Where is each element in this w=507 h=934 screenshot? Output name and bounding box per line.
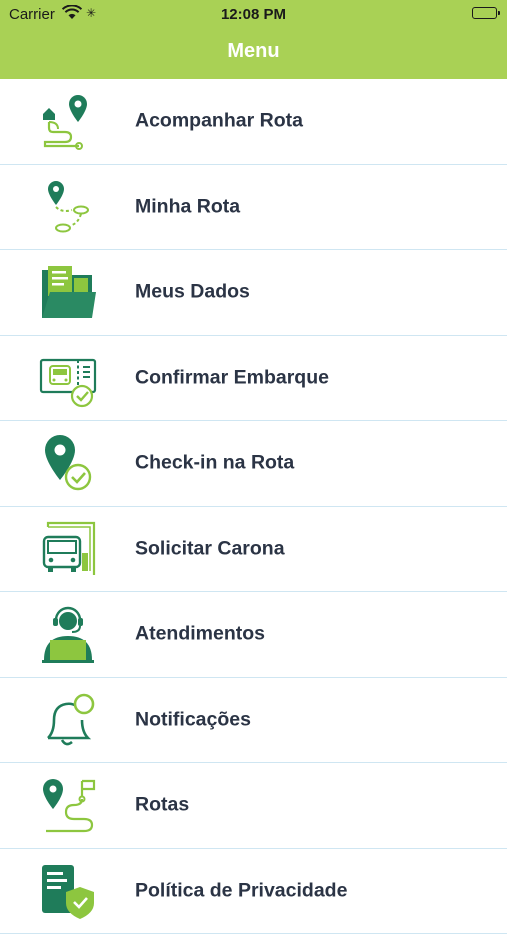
menu-item-label: Política de Privacidade: [135, 879, 347, 902]
location-check-icon: [38, 433, 98, 493]
menu-item-politica-de-privacidade[interactable]: Política de Privacidade: [0, 849, 507, 934]
menu-list: Acompanhar Rota Minha Rota: [0, 79, 507, 934]
menu-item-confirmar-embarque[interactable]: Confirmar Embarque: [0, 336, 507, 422]
menu-item-label: Atendimentos: [135, 623, 265, 646]
menu-item-notificacoes[interactable]: Notificações: [0, 678, 507, 764]
route-tracking-icon: [38, 91, 98, 151]
bus-request-icon: [38, 519, 98, 579]
bell-icon: [38, 690, 98, 750]
menu-item-atendimentos[interactable]: Atendimentos: [0, 592, 507, 678]
menu-item-label: Minha Rota: [135, 195, 240, 218]
nav-bar: Carrier ✳ 12:08 PM Menu: [0, 0, 507, 79]
menu-item-acompanhar-rota[interactable]: Acompanhar Rota: [0, 79, 507, 165]
menu-item-label: Meus Dados: [135, 281, 250, 304]
clock: 12:08 PM: [0, 6, 507, 23]
privacy-shield-icon: [38, 861, 98, 921]
menu-item-rotas[interactable]: Rotas: [0, 763, 507, 849]
menu-item-label: Confirmar Embarque: [135, 366, 329, 389]
page-title: Menu: [0, 40, 507, 63]
menu-item-meus-dados[interactable]: Meus Dados: [0, 250, 507, 336]
bus-ticket-check-icon: [38, 348, 98, 408]
menu-item-label: Rotas: [135, 794, 189, 817]
status-bar: Carrier ✳ 12:08 PM: [0, 0, 507, 28]
folder-data-icon: [38, 262, 98, 322]
battery-icon: [472, 7, 497, 19]
menu-item-check-in-na-rota[interactable]: Check-in na Rota: [0, 421, 507, 507]
my-route-icon: [38, 177, 98, 237]
menu-item-minha-rota[interactable]: Minha Rota: [0, 165, 507, 251]
menu-item-label: Notificações: [135, 708, 251, 731]
menu-item-label: Check-in na Rota: [135, 452, 294, 475]
menu-item-label: Solicitar Carona: [135, 537, 285, 560]
support-agent-icon: [38, 604, 98, 664]
menu-item-label: Acompanhar Rota: [135, 110, 303, 133]
menu-item-solicitar-carona[interactable]: Solicitar Carona: [0, 507, 507, 593]
routes-icon: [38, 775, 98, 835]
